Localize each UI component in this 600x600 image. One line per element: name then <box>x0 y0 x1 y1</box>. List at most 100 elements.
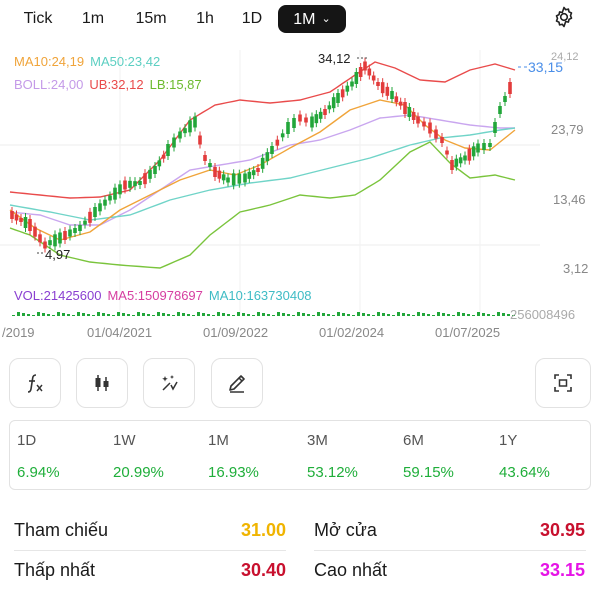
volume-bar <box>147 314 150 316</box>
volume-bar <box>302 313 305 316</box>
volume-bar <box>387 314 390 316</box>
candle <box>422 121 426 127</box>
period-value: 20.99% <box>113 464 164 481</box>
volume-bar <box>377 312 380 316</box>
vol-ma5-label: MA5:150978697 <box>107 288 203 303</box>
volume-bar <box>452 315 455 316</box>
magic-tool-button[interactable] <box>143 358 195 408</box>
volume-bar <box>42 313 45 316</box>
candle <box>193 116 197 128</box>
volume-bar <box>407 314 410 316</box>
candle <box>318 111 323 119</box>
candle <box>113 187 117 200</box>
timeframe-1d[interactable]: 1D <box>230 5 274 33</box>
draw-tool-button[interactable] <box>211 358 263 408</box>
divider <box>14 550 286 551</box>
candle <box>88 211 92 223</box>
chevron-down-icon: ⌄ <box>321 13 331 25</box>
volume-bar <box>427 314 430 316</box>
timeframe-tick[interactable]: Tick <box>8 5 68 33</box>
candle <box>143 173 147 185</box>
candle <box>157 160 162 167</box>
candle <box>19 218 23 222</box>
candle <box>108 195 112 201</box>
candle <box>358 67 363 77</box>
timeframe-1mo-selected[interactable]: 1M ⌄ <box>278 5 346 33</box>
candle <box>231 173 236 186</box>
candle <box>270 146 274 154</box>
timeframe-15m[interactable]: 15m <box>126 5 176 33</box>
period-value: 53.12% <box>307 464 358 481</box>
volume-bar <box>262 313 265 316</box>
indicator-button[interactable] <box>9 358 61 408</box>
period-value: 16.93% <box>208 464 259 481</box>
volume-bar <box>102 313 105 316</box>
lb-label: LB:15,87 <box>149 77 202 92</box>
volume-bar <box>82 313 85 316</box>
candle <box>411 112 416 120</box>
candle <box>403 102 407 114</box>
candle <box>14 214 19 221</box>
timeframe-1h[interactable]: 1h <box>184 5 226 33</box>
candle <box>221 174 226 181</box>
candle <box>133 181 137 187</box>
candle <box>28 219 32 231</box>
volume-bar <box>357 312 360 316</box>
fullscreen-button[interactable] <box>535 358 591 408</box>
volume-bar <box>437 312 440 316</box>
volume-bar <box>392 315 395 316</box>
volume-bar <box>412 315 415 316</box>
chart-type-button[interactable] <box>76 358 128 408</box>
candle <box>493 122 497 133</box>
candle <box>10 211 14 219</box>
candle <box>434 129 438 139</box>
volume-bar <box>397 312 400 316</box>
candle <box>148 169 152 179</box>
volume-bar <box>37 312 40 316</box>
open-price-label: Mở cửa <box>314 520 377 540</box>
candle <box>292 118 296 128</box>
volume-bar <box>372 315 375 316</box>
volume-bar <box>402 313 405 316</box>
volume-bar <box>247 314 250 316</box>
candle <box>385 86 390 96</box>
candle <box>327 105 332 110</box>
price-chart[interactable]: MA10:24,19 MA50:23,42 BOLL:24,00 UB:32,12 L… <box>0 40 600 345</box>
volume-bar <box>237 312 240 316</box>
volume-bar <box>172 315 175 316</box>
volume-bar <box>482 313 485 316</box>
candle <box>467 148 472 161</box>
candle <box>226 177 230 183</box>
candle <box>298 114 302 122</box>
candle <box>161 154 166 159</box>
candle <box>345 85 350 92</box>
candle <box>331 97 336 109</box>
volume-bar <box>267 314 270 316</box>
volume-legend: VOL:21425600 MA5:150978697 MA10:163730408 <box>14 288 318 303</box>
candle <box>93 207 97 217</box>
candle <box>275 139 280 146</box>
volume-bar <box>487 314 490 316</box>
candle <box>73 228 77 233</box>
volume-bar <box>212 315 215 316</box>
volume-bar <box>17 312 20 316</box>
low-price-label: Thấp nhất <box>14 560 96 580</box>
candle <box>118 184 122 195</box>
candle <box>166 144 170 156</box>
candle <box>416 116 420 124</box>
candle <box>203 155 207 161</box>
vol-ma10-label: MA10:163730408 <box>208 288 312 303</box>
candle <box>286 122 290 134</box>
candle <box>183 128 187 134</box>
period-label: 3M <box>307 432 328 449</box>
candle <box>304 117 308 123</box>
volume-bar <box>287 314 290 316</box>
candle <box>53 234 57 247</box>
volume-bar <box>127 314 130 316</box>
volume-bar <box>317 312 320 316</box>
candle <box>153 166 157 174</box>
settings-gear-icon[interactable] <box>552 5 576 29</box>
period-performance-panel: 1D 6.94% 1W 20.99% 1M 16.93% 3M 53.12% 6… <box>9 420 591 490</box>
timeframe-1m[interactable]: 1m <box>70 5 116 33</box>
period-label: 1D <box>17 432 37 449</box>
